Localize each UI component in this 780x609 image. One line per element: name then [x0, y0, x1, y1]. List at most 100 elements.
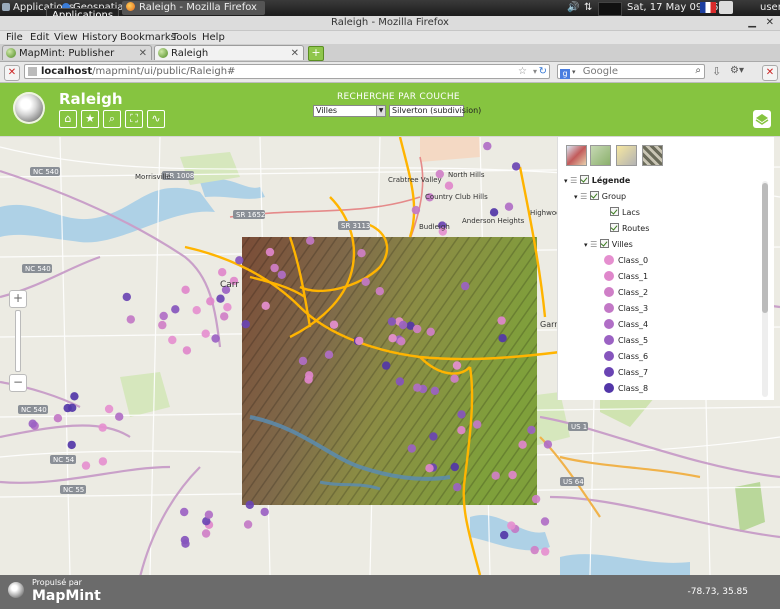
city-point[interactable]: [181, 539, 190, 548]
zoom-out-button[interactable]: −: [9, 374, 27, 392]
menu-tools[interactable]: Tools: [172, 31, 197, 44]
city-point[interactable]: [395, 377, 405, 386]
legend-layer-villes[interactable]: ▾ ☰ Villes: [584, 239, 633, 250]
close-tab-icon[interactable]: ✕: [291, 46, 299, 60]
city-point[interactable]: [260, 507, 269, 517]
legend-item-lacs[interactable]: Lacs: [610, 207, 640, 218]
city-point[interactable]: [98, 423, 107, 432]
city-point[interactable]: [541, 547, 550, 556]
legend-class-3[interactable]: Class_3: [604, 303, 648, 314]
legend-scrollbar-thumb[interactable]: [762, 183, 768, 313]
city-point[interactable]: [220, 312, 229, 321]
city-point[interactable]: [473, 420, 482, 429]
city-point[interactable]: [497, 316, 506, 325]
city-point[interactable]: [304, 375, 313, 384]
zoom-slider[interactable]: [15, 310, 21, 372]
user-menu[interactable]: user: [760, 1, 780, 15]
legend-class-8[interactable]: Class_8: [604, 383, 648, 394]
close-toolbar-button[interactable]: ✕: [762, 65, 778, 81]
city-point[interactable]: [171, 305, 180, 314]
city-point[interactable]: [483, 141, 492, 151]
collapse-icon[interactable]: ▾: [564, 177, 568, 185]
city-point[interactable]: [444, 181, 454, 190]
home-button[interactable]: ⌂: [59, 110, 77, 128]
city-point[interactable]: [511, 162, 521, 171]
city-point[interactable]: [413, 324, 422, 334]
drag-handle-icon[interactable]: ☰: [570, 176, 577, 185]
city-point[interactable]: [192, 306, 201, 315]
drag-handle-icon[interactable]: ☰: [580, 192, 587, 201]
city-point[interactable]: [388, 334, 397, 343]
legend-group[interactable]: ▾ ☰ Group: [574, 191, 626, 202]
city-point[interactable]: [425, 464, 434, 473]
routes-checkbox[interactable]: [610, 223, 619, 232]
menu-view[interactable]: View: [54, 31, 78, 44]
city-point[interactable]: [81, 461, 91, 470]
tab-raleigh[interactable]: Raleigh ✕: [154, 45, 304, 60]
city-point[interactable]: [543, 440, 553, 449]
mapmint-brand[interactable]: MapMint: [32, 588, 101, 604]
volume-icon[interactable]: 🔊: [567, 1, 579, 15]
city-point[interactable]: [530, 545, 539, 555]
legend-class-7[interactable]: Class_7: [604, 367, 648, 378]
city-point[interactable]: [206, 297, 215, 306]
city-point[interactable]: [453, 483, 462, 492]
menu-history[interactable]: History: [82, 31, 118, 44]
city-point[interactable]: [407, 444, 416, 453]
taskbar-window-button[interactable]: Raleigh - Mozilla Firefox: [122, 1, 265, 15]
villes-checkbox[interactable]: [599, 239, 609, 248]
full-extent-button[interactable]: ⛶: [125, 110, 143, 128]
city-point[interactable]: [70, 392, 79, 401]
city-point[interactable]: [375, 287, 384, 296]
city-point[interactable]: [426, 327, 435, 336]
theme-terrain-icon[interactable]: [590, 145, 611, 166]
city-point[interactable]: [507, 521, 516, 530]
city-point[interactable]: [211, 334, 220, 343]
legend-class-0[interactable]: Class_0: [604, 255, 648, 266]
city-point[interactable]: [158, 320, 167, 330]
city-point[interactable]: [504, 202, 514, 211]
city-point[interactable]: [540, 517, 550, 526]
collapse-icon[interactable]: ▾: [584, 241, 588, 249]
city-point[interactable]: [450, 462, 459, 472]
city-point[interactable]: [382, 361, 391, 370]
city-point[interactable]: [457, 410, 466, 419]
city-point[interactable]: [67, 440, 76, 450]
group-checkbox[interactable]: [589, 191, 599, 200]
menu-file[interactable]: File: [6, 31, 23, 44]
city-point[interactable]: [115, 412, 124, 421]
stop-button[interactable]: ✕: [4, 65, 20, 81]
city-point[interactable]: [241, 320, 250, 329]
city-point[interactable]: [68, 403, 77, 412]
close-tab-icon[interactable]: ✕: [139, 46, 147, 60]
downloads-icon[interactable]: ⇩: [712, 65, 721, 78]
city-point[interactable]: [201, 529, 211, 538]
drag-handle-icon[interactable]: ☰: [590, 240, 597, 249]
city-point[interactable]: [204, 510, 214, 519]
close-window-button[interactable]: ✕: [766, 16, 774, 30]
lacs-checkbox[interactable]: [610, 207, 619, 216]
zoom-button[interactable]: ⌕: [103, 110, 121, 128]
tab-mapmint-publisher[interactable]: MapMint: Publisher ✕: [2, 45, 152, 60]
city-point[interactable]: [218, 268, 227, 277]
feature-search-input[interactable]: Silverton (subdivision): [389, 105, 481, 117]
legend-class-4[interactable]: Class_4: [604, 319, 648, 330]
city-point[interactable]: [53, 414, 63, 423]
city-point[interactable]: [168, 335, 177, 345]
city-point[interactable]: [298, 356, 308, 366]
city-point[interactable]: [261, 301, 270, 310]
city-point[interactable]: [270, 263, 279, 273]
profile-button[interactable]: ∿: [147, 110, 165, 128]
city-point[interactable]: [126, 315, 135, 324]
city-point[interactable]: [122, 292, 131, 302]
city-point[interactable]: [306, 236, 315, 245]
city-point[interactable]: [461, 281, 470, 291]
city-point[interactable]: [265, 247, 275, 257]
new-tab-button[interactable]: +: [308, 46, 324, 61]
layer-select[interactable]: Villes ▼: [313, 105, 386, 117]
city-point[interactable]: [361, 277, 370, 286]
collapse-icon[interactable]: ▾: [574, 193, 578, 201]
city-point[interactable]: [357, 249, 366, 258]
city-point[interactable]: [245, 500, 254, 509]
city-point[interactable]: [500, 530, 509, 540]
